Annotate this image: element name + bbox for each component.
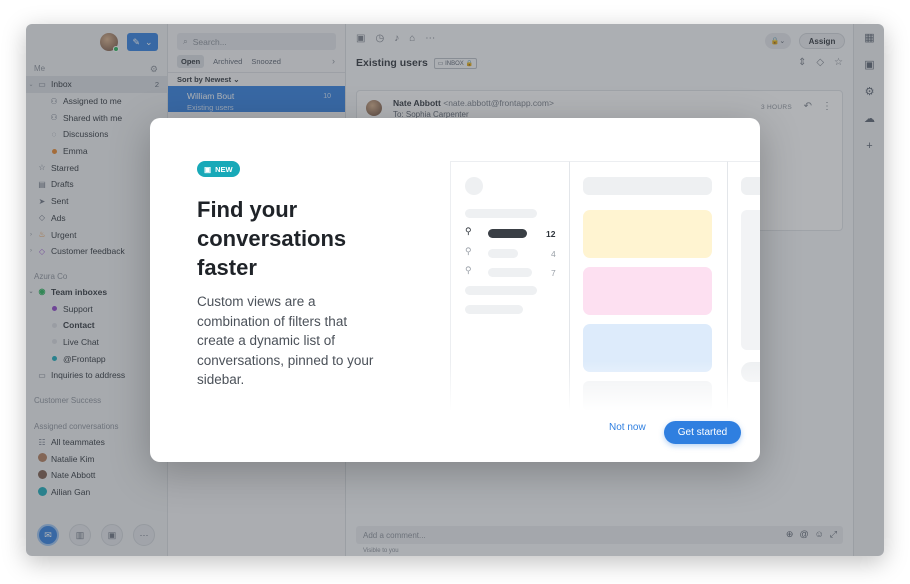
custom-view-icon: ⚲ [465,246,472,256]
view-count: 7 [551,268,556,278]
custom-views-modal: ▣ NEW Find your conversations faster Cus… [150,118,760,462]
get-started-button[interactable]: Get started [664,421,741,444]
not-now-button[interactable]: Not now [609,422,646,433]
illustration-card-pink [583,267,712,315]
view-count: 4 [551,249,556,259]
illustration-card-yellow [583,210,712,258]
new-badge-label: NEW [215,164,233,174]
custom-view-icon: ⚲ [465,265,472,275]
gift-icon: ▣ [204,164,212,174]
custom-views-illustration: ⚲ 12 ⚲ 4 ⚲ 7 [450,161,760,411]
modal-body: Custom views are a combination of filter… [197,294,374,387]
new-badge: ▣ NEW [197,161,240,177]
custom-view-icon: ⚲ [465,226,472,236]
view-count: 12 [546,229,556,239]
modal-headline: Find your conversations faster [197,197,347,280]
